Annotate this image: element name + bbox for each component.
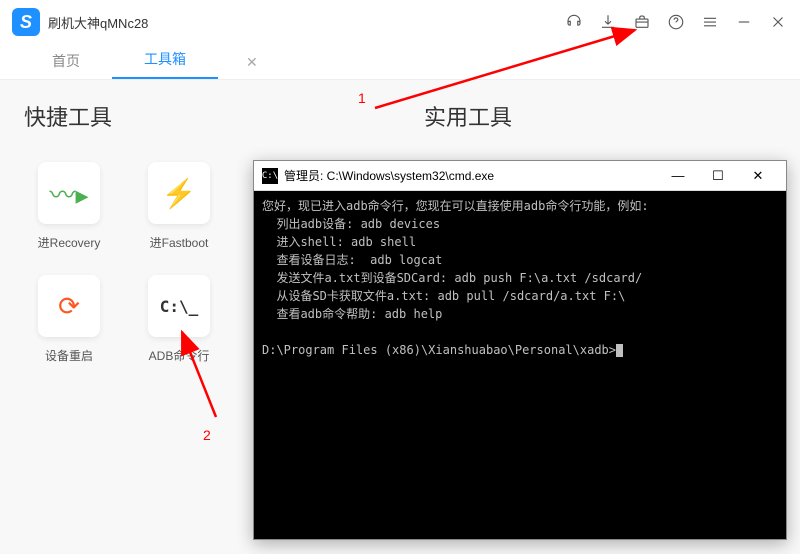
annotation-arrow-2 <box>0 0 800 554</box>
annotation-label-2: 2 <box>203 427 211 443</box>
